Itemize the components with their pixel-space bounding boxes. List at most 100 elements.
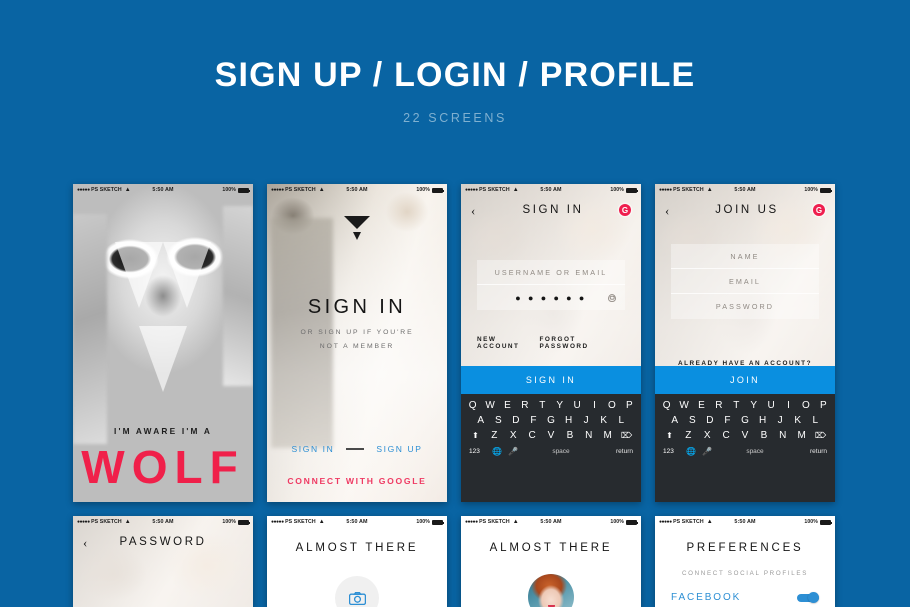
key-g[interactable]: G <box>542 416 560 426</box>
numbers-key[interactable]: 123 <box>663 448 681 456</box>
facebook-toggle[interactable] <box>797 592 819 603</box>
return-key[interactable]: return <box>797 448 827 456</box>
mic-icon[interactable]: 🎤 <box>701 448 713 456</box>
key-i[interactable]: I <box>586 401 603 411</box>
key-h[interactable]: H <box>754 416 772 426</box>
key-n[interactable]: N <box>773 431 792 441</box>
key-z[interactable]: Z <box>679 431 698 441</box>
key-p[interactable]: P <box>815 401 832 411</box>
chevron-left-icon[interactable]: ‹ <box>471 204 487 217</box>
sign-in-link[interactable]: SIGN IN <box>292 444 335 454</box>
key-s[interactable]: S <box>490 416 508 426</box>
space-key[interactable]: space <box>523 448 599 456</box>
screen-sign-in-form[interactable]: ‹ SIGN IN G USERNAME OR EMAIL ● ● ● ● ● … <box>461 184 641 502</box>
sign-in-button[interactable]: SIGN IN <box>461 366 641 394</box>
key-h[interactable]: H <box>560 416 578 426</box>
google-badge-icon[interactable]: G <box>813 204 825 216</box>
avatar[interactable] <box>528 574 574 607</box>
key-u[interactable]: U <box>568 401 585 411</box>
forgot-password-link[interactable]: FORGOT PASSWORD <box>540 336 626 350</box>
key-a[interactable]: A <box>472 416 490 426</box>
key-c[interactable]: C <box>717 431 736 441</box>
key-l[interactable]: L <box>806 416 824 426</box>
sign-up-link[interactable]: SIGN UP <box>376 444 422 454</box>
key-v[interactable]: V <box>542 431 561 441</box>
key-s[interactable]: S <box>684 416 702 426</box>
key-r[interactable]: R <box>710 401 727 411</box>
chevron-left-icon[interactable]: ‹ <box>83 536 99 549</box>
return-key[interactable]: return <box>603 448 633 456</box>
key-w[interactable]: W <box>481 401 498 411</box>
key-r[interactable]: R <box>516 401 533 411</box>
key-k[interactable]: K <box>789 416 807 426</box>
eye-icon[interactable] <box>608 293 616 302</box>
new-account-link[interactable]: NEW ACCOUNT <box>477 336 540 350</box>
key-j[interactable]: J <box>577 416 595 426</box>
screen-password[interactable]: ‹ PASSWORD ●●●●● PS SKETCH ▲ 5:50 AM 100… <box>73 516 253 607</box>
screen-preferences[interactable]: PREFERENCES CONNECT SOCIAL PROFILES FACE… <box>655 516 835 607</box>
key-m[interactable]: M <box>792 431 811 441</box>
key-n[interactable]: N <box>579 431 598 441</box>
key-a[interactable]: A <box>666 416 684 426</box>
connect-google-link[interactable]: CONNECT WITH GOOGLE <box>267 476 447 486</box>
key-l[interactable]: L <box>612 416 630 426</box>
key-o[interactable]: O <box>797 401 814 411</box>
shift-key-icon[interactable]: ⬆ <box>466 432 485 440</box>
key-e[interactable]: E <box>693 401 710 411</box>
shift-key-icon[interactable]: ⬆ <box>660 432 679 440</box>
key-q[interactable]: Q <box>464 401 481 411</box>
username-field[interactable]: USERNAME OR EMAIL <box>477 260 625 285</box>
on-screen-keyboard[interactable]: Q W E R T Y U I O P A S D F G H J K L ⬆ … <box>655 394 835 502</box>
key-f[interactable]: F <box>719 416 737 426</box>
photo-upload-button[interactable] <box>335 576 379 607</box>
key-q[interactable]: Q <box>658 401 675 411</box>
key-f[interactable]: F <box>525 416 543 426</box>
key-e[interactable]: E <box>499 401 516 411</box>
screen-almost-there-camera[interactable]: ALMOST THERE ●●●●● PS SKETCH ▲ 5:50 AM 1… <box>267 516 447 607</box>
email-field[interactable]: EMAIL <box>671 269 819 294</box>
key-j[interactable]: J <box>771 416 789 426</box>
screen-sign-in-intro[interactable]: SIGN IN OR SIGN UP IF YOU'RE NOT A MEMBE… <box>267 184 447 502</box>
key-t[interactable]: T <box>534 401 551 411</box>
name-field[interactable]: NAME <box>671 244 819 269</box>
globe-icon[interactable]: 🌐 <box>491 448 503 456</box>
key-b[interactable]: B <box>560 431 579 441</box>
key-b[interactable]: B <box>754 431 773 441</box>
wolf-headline: WOLF <box>81 441 245 493</box>
key-x[interactable]: X <box>698 431 717 441</box>
key-p[interactable]: P <box>621 401 638 411</box>
key-y[interactable]: Y <box>551 401 568 411</box>
key-y[interactable]: Y <box>745 401 762 411</box>
screen-almost-there-avatar[interactable]: ALMOST THERE ●●●●● PS SKETCH ▲ 5:50 AM 1… <box>461 516 641 607</box>
key-m[interactable]: M <box>598 431 617 441</box>
screen-wolf-splash[interactable]: I'M AWARE I'M A WOLF ●●●●● PS SKETCH ▲ 5… <box>73 184 253 502</box>
facebook-preference-row[interactable]: FACEBOOK <box>671 592 819 603</box>
key-z[interactable]: Z <box>485 431 504 441</box>
key-k[interactable]: K <box>595 416 613 426</box>
key-g[interactable]: G <box>736 416 754 426</box>
on-screen-keyboard[interactable]: Q W E R T Y U I O P A S D F G H J K L ⬆ … <box>461 394 641 502</box>
space-key[interactable]: space <box>717 448 793 456</box>
key-v[interactable]: V <box>736 431 755 441</box>
delete-key-icon[interactable]: ⌦ <box>811 432 830 440</box>
chevron-left-icon[interactable]: ‹ <box>665 204 681 217</box>
key-d[interactable]: D <box>507 416 525 426</box>
screen-join-us-form[interactable]: ‹ JOIN US G NAME EMAIL PASSWORD ALREADY … <box>655 184 835 502</box>
key-o[interactable]: O <box>603 401 620 411</box>
key-c[interactable]: C <box>523 431 542 441</box>
key-d[interactable]: D <box>701 416 719 426</box>
google-badge-icon[interactable]: G <box>619 204 631 216</box>
key-x[interactable]: X <box>504 431 523 441</box>
key-i[interactable]: I <box>780 401 797 411</box>
numbers-key[interactable]: 123 <box>469 448 487 456</box>
mic-icon[interactable]: 🎤 <box>507 448 519 456</box>
delete-key-icon[interactable]: ⌦ <box>617 432 636 440</box>
globe-icon[interactable]: 🌐 <box>685 448 697 456</box>
password-field[interactable]: ● ● ● ● ● ● <box>477 285 625 310</box>
key-w[interactable]: W <box>675 401 692 411</box>
key-u[interactable]: U <box>762 401 779 411</box>
password-field[interactable]: PASSWORD <box>671 294 819 319</box>
camera-icon <box>348 591 366 605</box>
join-button[interactable]: JOIN <box>655 366 835 394</box>
key-t[interactable]: T <box>728 401 745 411</box>
